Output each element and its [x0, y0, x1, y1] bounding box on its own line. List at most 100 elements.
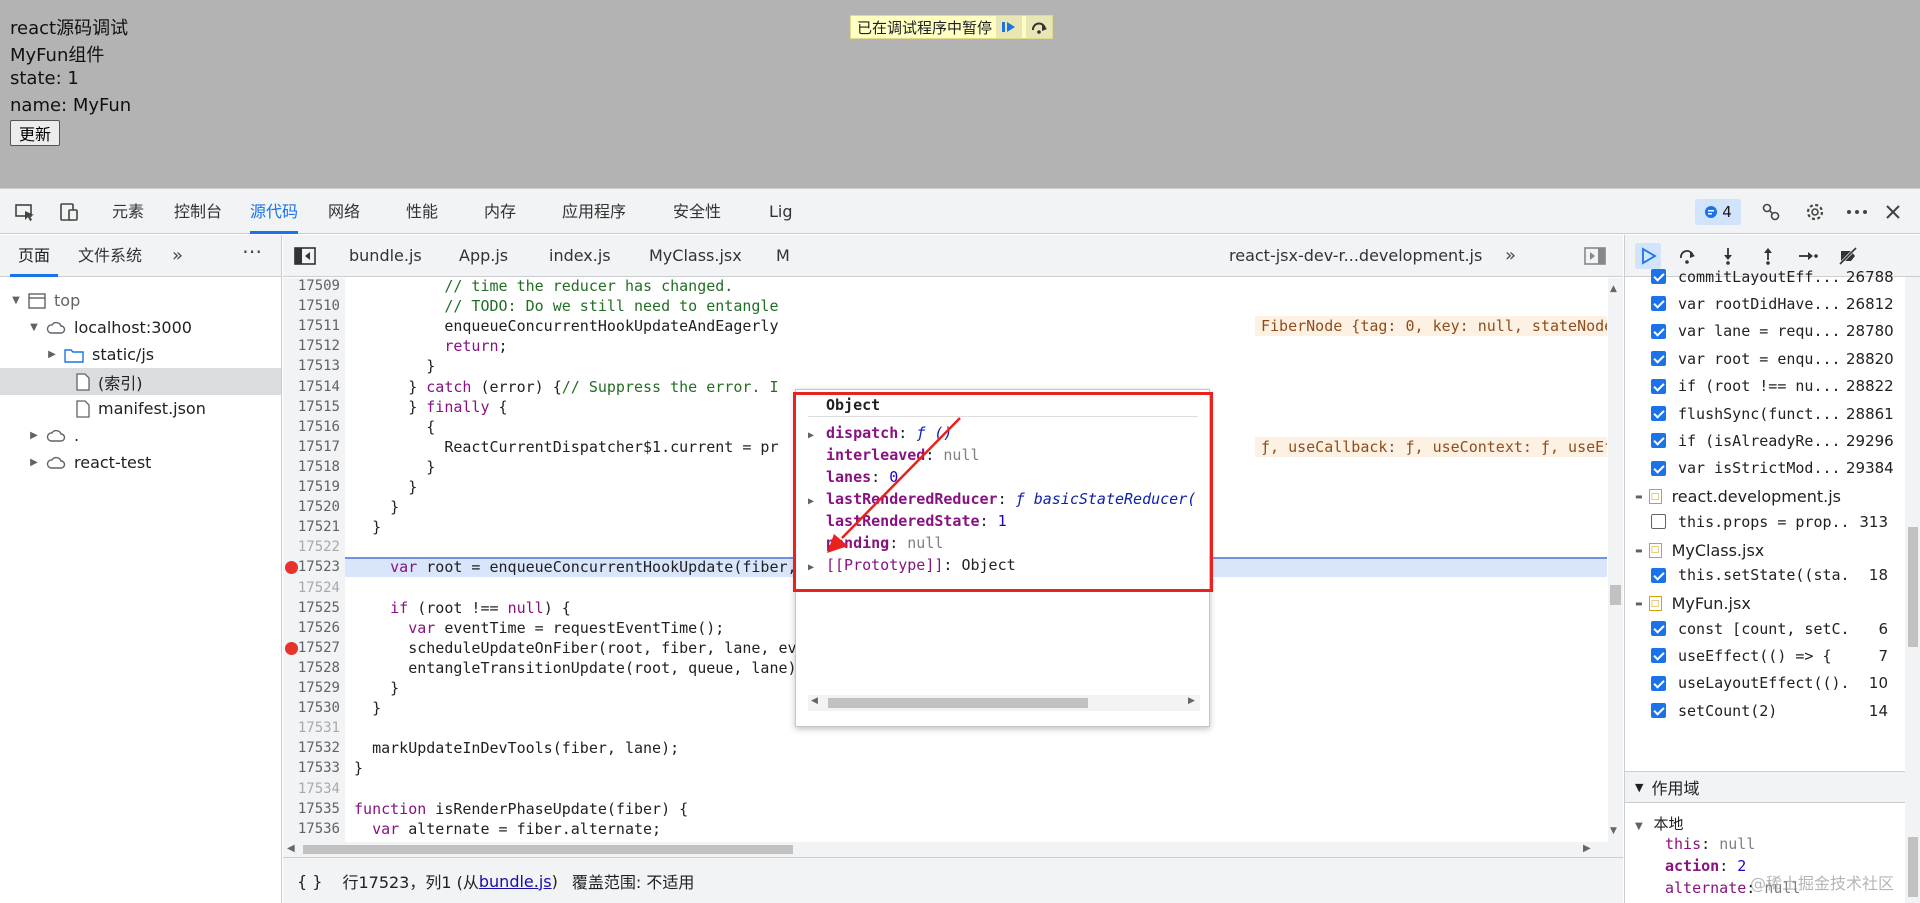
line-number[interactable]: 17519	[283, 477, 340, 497]
breakpoint-checkbox[interactable]	[1651, 323, 1666, 339]
pretty-print-icon[interactable]: { }	[297, 872, 322, 891]
breakpoint-file-group[interactable]: ▬ □ MyClass.jsx	[1625, 536, 1905, 564]
line-number[interactable]: 17532	[283, 738, 340, 758]
breakpoint-item[interactable]: var rootDidHave... 26812	[1625, 290, 1905, 317]
breakpoint-item[interactable]: var isStrictMod... 29384	[1625, 455, 1905, 482]
scope-variable[interactable]: this: null	[1665, 835, 1755, 853]
line-number[interactable]: 17514	[283, 377, 340, 397]
connections-icon[interactable]	[1758, 199, 1784, 225]
file-tab-myclass[interactable]: MyClass.jsx	[649, 235, 742, 277]
source-link[interactable]: bundle.js	[479, 872, 552, 891]
code-line[interactable]: // TODO: Do we still need to entangle	[345, 296, 1607, 316]
code-line[interactable]: var alternate = fiber.alternate;	[345, 819, 1607, 839]
more-tabs-icon[interactable]: »	[1505, 245, 1516, 266]
tab-console[interactable]: 控制台	[174, 189, 222, 234]
line-number[interactable]: 17513	[283, 356, 340, 376]
tab-memory[interactable]: 内存	[484, 189, 516, 234]
breakpoint-item[interactable]: commitLayoutEff... 26788	[1625, 263, 1905, 290]
navigator-menu-icon[interactable]: ⋯	[242, 239, 262, 263]
breakpoint-item[interactable]: flushSync(funct... 28861	[1625, 400, 1905, 427]
code-line[interactable]	[345, 779, 1607, 799]
tree-item-static-js[interactable]: ▶ static/js	[0, 341, 281, 368]
code-line[interactable]: }	[345, 758, 1607, 778]
line-number[interactable]: 17515	[283, 397, 340, 417]
update-button[interactable]: 更新	[10, 120, 61, 146]
file-tab-index[interactable]: index.js	[549, 235, 611, 277]
scope-section-header[interactable]: ▼ 作用域	[1625, 771, 1905, 803]
settings-gear-icon[interactable]	[1802, 199, 1828, 225]
tree-item-top[interactable]: ▼ top	[0, 287, 281, 314]
breakpoint-checkbox[interactable]	[1651, 621, 1666, 636]
breakpoint-item[interactable]: if (root !== nu... 28822	[1625, 373, 1905, 400]
breakpoint-item[interactable]: var root = enqu... 28820	[1625, 345, 1905, 372]
tree-item-index[interactable]: (索引)	[0, 368, 281, 395]
code-line[interactable]: // time the reducer has changed.	[345, 278, 1607, 296]
line-number[interactable]: 17535	[283, 799, 340, 819]
line-number[interactable]: 17536	[283, 819, 340, 839]
line-number[interactable]: 17509	[283, 276, 340, 296]
tab-elements[interactable]: 元素	[112, 189, 144, 234]
line-number[interactable]: 17528	[283, 658, 340, 678]
inspect-element-icon[interactable]	[12, 199, 38, 225]
line-number[interactable]: 17510	[283, 296, 340, 316]
code-line[interactable]: markUpdateInDevTools(fiber, lane);	[345, 738, 1607, 758]
breakpoint-file-group[interactable]: ▬ □ MyFun.jsx	[1625, 590, 1905, 617]
line-number[interactable]: 17533	[283, 758, 340, 778]
popover-scrollbar[interactable]: ◀ ▶	[808, 695, 1200, 711]
more-options-icon[interactable]	[1844, 199, 1870, 225]
more-tabs-icon[interactable]: »	[172, 245, 183, 266]
file-tab-bundle[interactable]: bundle.js	[349, 235, 422, 277]
breakpoint-checkbox[interactable]	[1651, 296, 1666, 312]
debugger-scrollbar[interactable]	[1905, 277, 1920, 903]
resume-icon[interactable]	[996, 16, 1023, 38]
close-icon[interactable]	[1880, 199, 1906, 225]
breakpoint-marker[interactable]	[285, 641, 298, 655]
breakpoint-item[interactable]: if (isAlreadyRe... 29296	[1625, 427, 1905, 454]
breakpoint-checkbox[interactable]	[1651, 269, 1666, 284]
toggle-debugger-icon[interactable]	[1582, 243, 1608, 269]
tab-sources[interactable]: 源代码	[250, 189, 299, 234]
tab-filesystem[interactable]: 文件系统	[78, 235, 142, 277]
tab-performance[interactable]: 性能	[406, 189, 438, 234]
line-number-gutter[interactable]: 17509 17510 17511 17512 17513 17514 17515 17516…	[283, 276, 345, 857]
line-number[interactable]: 17512	[283, 336, 340, 356]
breakpoint-checkbox[interactable]	[1651, 433, 1666, 449]
breakpoint-checkbox[interactable]	[1651, 378, 1666, 394]
line-number[interactable]: 17518	[283, 457, 340, 477]
scope-variable[interactable]: action: 2	[1665, 857, 1746, 875]
breakpoint-item[interactable]: useLayoutEffect(()... 10	[1625, 670, 1905, 697]
editor-horizontal-scrollbar[interactable]: ◀ ▶	[283, 842, 1623, 857]
breakpoint-item[interactable]: useEffect(() => {7	[1625, 642, 1905, 669]
tree-item-manifest[interactable]: manifest.json	[0, 395, 281, 422]
tab-security[interactable]: 安全性	[673, 189, 721, 234]
tree-item-dot[interactable]: ▶ .	[0, 422, 281, 449]
breakpoint-item[interactable]: this.setState((sta... 18	[1625, 562, 1905, 589]
breakpoint-checkbox[interactable]	[1651, 675, 1666, 691]
line-number[interactable]: 17531	[283, 718, 340, 738]
file-tab-myfun[interactable]: M	[776, 235, 790, 277]
file-tab-app[interactable]: App.js	[459, 235, 508, 277]
step-over-icon[interactable]	[1026, 16, 1053, 38]
breakpoint-checkbox[interactable]	[1651, 460, 1666, 476]
line-number[interactable]: 17520	[283, 497, 340, 517]
breakpoint-item[interactable]: var lane = requ... 28780	[1625, 318, 1905, 345]
breakpoint-checkbox[interactable]	[1651, 514, 1666, 530]
line-number[interactable]: 17511	[283, 316, 340, 336]
line-number[interactable]: 17517	[283, 437, 340, 457]
breakpoint-checkbox[interactable]	[1651, 406, 1666, 421]
line-number[interactable]: 17530	[283, 698, 340, 718]
file-tab-react-jsx-dev-runtime[interactable]: react-jsx-dev-r...development.js	[1229, 235, 1482, 277]
device-toolbar-icon[interactable]	[56, 199, 82, 225]
breakpoint-file-group[interactable]: ▬ □ react.development.js	[1625, 483, 1905, 511]
editor-vertical-scrollbar[interactable]: ▲ ▼	[1608, 278, 1623, 842]
line-number[interactable]: 17524	[283, 578, 340, 598]
tree-item-localhost[interactable]: ▼ localhost:3000	[0, 314, 281, 341]
tree-item-react-test[interactable]: ▶ react-test	[0, 449, 281, 476]
breakpoint-checkbox[interactable]	[1651, 703, 1666, 719]
line-number[interactable]: 17521	[283, 517, 340, 537]
local-scope-header[interactable]: ▼ 本地	[1635, 813, 1684, 834]
code-line[interactable]: function isRenderPhaseUpdate(fiber) {	[345, 799, 1607, 819]
line-number[interactable]: 17525	[283, 598, 340, 618]
breakpoint-item[interactable]: this.props = prop... 313	[1625, 508, 1905, 535]
breakpoint-checkbox[interactable]	[1651, 567, 1666, 583]
